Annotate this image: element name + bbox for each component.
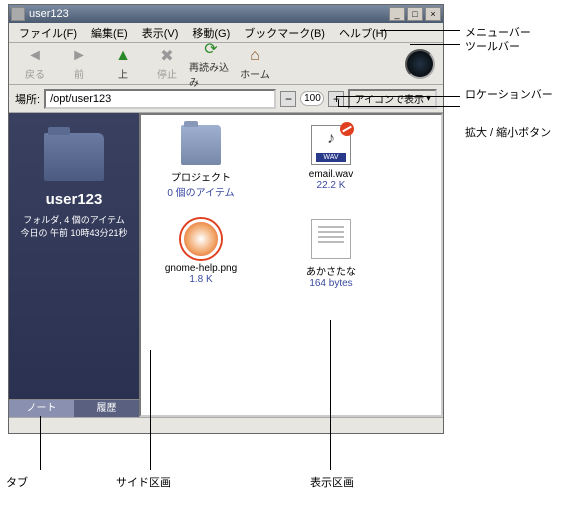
folder-icon xyxy=(44,133,104,181)
toolbar: ◄戻る ►前 ▲上 ✖停止 ⟳再読み込み ⌂ホーム xyxy=(9,43,443,85)
view-area[interactable]: プロジェクト0 個のアイテム email.wav22.2 K gnome-help.… xyxy=(139,113,443,417)
titlebar[interactable]: user123 _ □ × xyxy=(9,5,443,23)
callout-tab: タブ xyxy=(6,474,28,490)
file-manager-window: user123 _ □ × ファイル(F) 編集(E) 表示(V) 移動(G) … xyxy=(8,4,444,434)
callout-view: 表示区画 xyxy=(310,474,354,490)
location-label: 場所: xyxy=(15,91,40,107)
tab-note[interactable]: ノート xyxy=(9,399,74,417)
tab-history[interactable]: 履歴 xyxy=(74,399,139,417)
window-title: user123 xyxy=(29,8,69,20)
menu-bookmarks[interactable]: ブックマーク(B) xyxy=(238,23,331,43)
stop-icon: ✖ xyxy=(157,46,177,66)
home-icon: ⌂ xyxy=(245,46,265,66)
callout-side: サイド区画 xyxy=(116,474,171,490)
statusbar xyxy=(9,417,443,433)
callout-zoom: 拡大 / 縮小ボタン xyxy=(465,124,551,140)
ico-folder-icon xyxy=(181,125,221,165)
file-name: email.wav xyxy=(281,169,381,180)
menu-view[interactable]: 表示(V) xyxy=(136,23,185,43)
callout-locbar: ロケーションバー xyxy=(465,86,553,102)
file-subtitle: 164 bytes xyxy=(281,278,381,289)
sidebar-info-2: 今日の 午前 10時43分21秒 xyxy=(17,227,131,240)
file-item[interactable]: gnome-help.png1.8 K xyxy=(151,219,251,289)
file-name: あかさたな xyxy=(281,263,381,278)
menu-help[interactable]: ヘルプ(H) xyxy=(333,23,393,43)
chevron-down-icon: ▾ xyxy=(426,93,431,104)
up-button[interactable]: ▲上 xyxy=(101,46,145,81)
file-item[interactable]: プロジェクト0 個のアイテム xyxy=(151,125,251,199)
menu-file[interactable]: ファイル(F) xyxy=(13,23,83,43)
file-item[interactable]: あかさたな164 bytes xyxy=(281,219,381,289)
maximize-button[interactable]: □ xyxy=(407,7,423,21)
file-subtitle: 22.2 K xyxy=(281,180,381,191)
forward-button[interactable]: ►前 xyxy=(57,46,101,81)
throbber-icon xyxy=(405,49,435,79)
reload-icon: ⟳ xyxy=(201,39,221,59)
location-bar: 場所: − 100 + アイコンで表示▾ xyxy=(9,85,443,113)
sidebar-info-1: フォルダ, 4 個のアイテム xyxy=(17,214,131,227)
sidebar-title: user123 xyxy=(17,191,131,208)
home-button[interactable]: ⌂ホーム xyxy=(233,46,277,81)
zoom-value: 100 xyxy=(300,91,324,106)
file-name: プロジェクト xyxy=(151,169,251,184)
sidebar: user123 フォルダ, 4 個のアイテム 今日の 午前 10時43分21秒 … xyxy=(9,113,139,417)
zoom-in-button[interactable]: + xyxy=(328,91,344,107)
ico-doc-icon xyxy=(311,219,351,259)
file-subtitle: 0 個のアイテム xyxy=(151,184,251,199)
arrow-right-icon: ► xyxy=(69,46,89,66)
minimize-button[interactable]: _ xyxy=(389,7,405,21)
stop-button[interactable]: ✖停止 xyxy=(145,46,189,81)
file-name: gnome-help.png xyxy=(151,263,251,274)
file-subtitle: 1.8 K xyxy=(151,274,251,285)
location-input[interactable] xyxy=(44,89,276,109)
forbidden-badge-icon xyxy=(340,122,354,136)
close-button[interactable]: × xyxy=(425,7,441,21)
arrow-left-icon: ◄ xyxy=(25,46,45,66)
ico-wav-icon xyxy=(311,125,351,165)
back-button[interactable]: ◄戻る xyxy=(13,46,57,81)
window-icon xyxy=(11,7,25,21)
reload-button[interactable]: ⟳再読み込み xyxy=(189,39,233,89)
file-item[interactable]: email.wav22.2 K xyxy=(281,125,381,199)
callout-toolbar: ツールバー xyxy=(465,38,520,54)
ico-png-icon xyxy=(181,219,221,259)
arrow-up-icon: ▲ xyxy=(113,46,133,66)
menu-edit[interactable]: 編集(E) xyxy=(85,23,134,43)
zoom-out-button[interactable]: − xyxy=(280,91,296,107)
